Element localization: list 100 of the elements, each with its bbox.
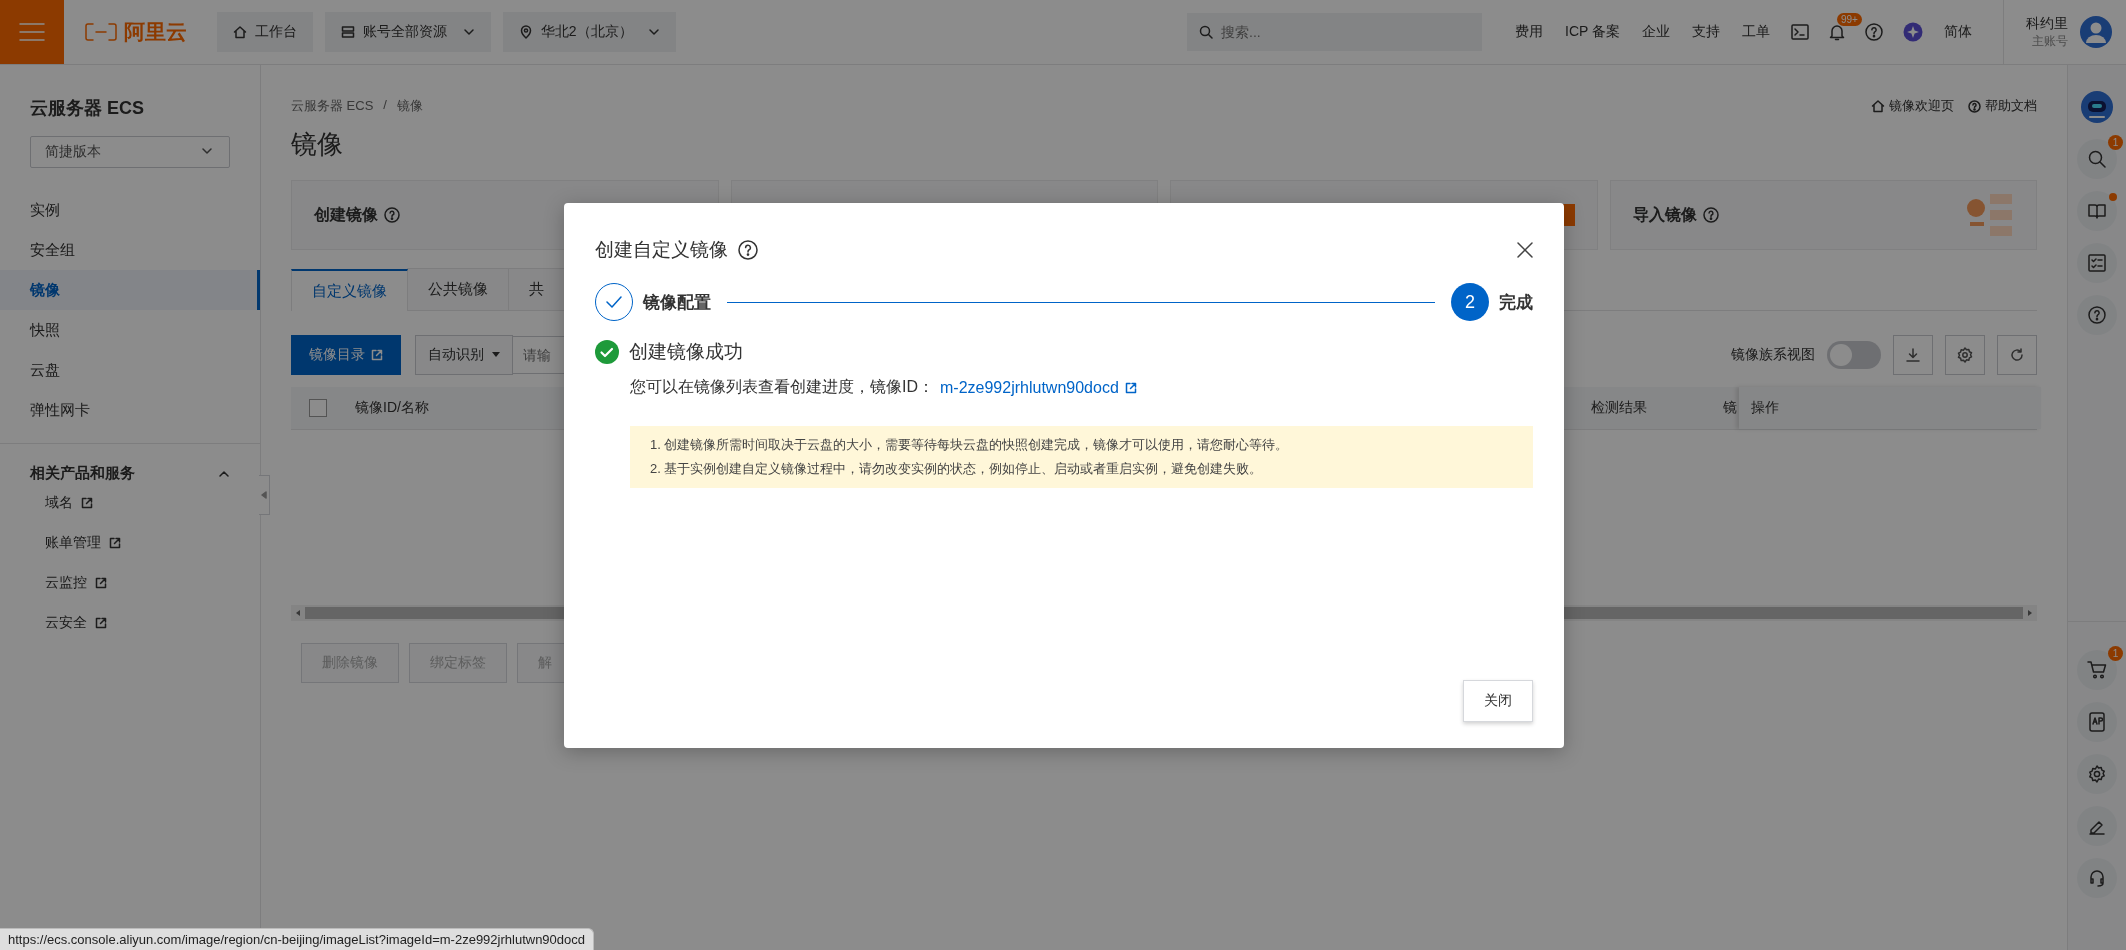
caret-left-icon xyxy=(295,609,301,617)
collapse-handle[interactable] xyxy=(259,475,270,515)
select-all-checkbox[interactable] xyxy=(309,399,327,417)
welcome-link[interactable]: 镜像欢迎页 xyxy=(1871,97,1954,115)
download-icon xyxy=(1906,348,1920,362)
terminal-button[interactable] xyxy=(1791,24,1809,40)
settings-button[interactable] xyxy=(1945,335,1985,375)
section-title[interactable]: 相关产品和服务 xyxy=(30,464,135,483)
column-header[interactable]: 操作 xyxy=(1739,387,2041,429)
menu-icon xyxy=(19,22,45,42)
chevron-down-icon xyxy=(462,26,475,38)
location-pin-icon xyxy=(518,25,533,39)
tab[interactable]: 自定义镜像 xyxy=(291,269,408,311)
search-icon xyxy=(1199,25,1213,39)
external-link-icon xyxy=(95,617,107,629)
help-icon xyxy=(384,207,400,223)
family-view-toggle[interactable] xyxy=(1827,341,1881,369)
nav-link[interactable]: 费用 xyxy=(1515,23,1543,41)
close-button[interactable]: 关闭 xyxy=(1463,680,1533,722)
cart-icon xyxy=(2087,661,2107,679)
external-link-icon xyxy=(1124,381,1137,394)
catalog-button[interactable]: 镜像目录 xyxy=(291,335,401,375)
checklist-icon xyxy=(2088,254,2106,272)
version-select[interactable]: 简捷版本 xyxy=(30,136,230,168)
workbench-button[interactable]: 工作台 xyxy=(217,12,313,52)
help-icon xyxy=(1702,207,1719,223)
star-badge-icon xyxy=(1903,22,1923,42)
bell-icon xyxy=(1829,23,1845,41)
column-header[interactable]: 镜像ID/名称 xyxy=(355,399,429,417)
search-icon xyxy=(2088,150,2106,168)
tab[interactable]: 公共镜像 xyxy=(407,268,509,310)
edit-button[interactable] xyxy=(2077,806,2117,846)
notification-dot xyxy=(2109,193,2117,201)
search-field[interactable]: 搜索... xyxy=(1187,13,1482,51)
phone-app-icon xyxy=(2088,712,2106,732)
avatar-icon xyxy=(2080,16,2112,48)
page-title: 镜像 xyxy=(291,128,343,161)
nav-link[interactable]: 工单 xyxy=(1742,23,1770,41)
help-icon xyxy=(1865,23,1883,41)
tasks-button[interactable] xyxy=(2077,243,2117,283)
search-button[interactable] xyxy=(2077,139,2117,179)
nav-link[interactable]: 企业 xyxy=(1642,23,1670,41)
terminal-icon xyxy=(1791,24,1809,40)
logo-icon xyxy=(84,22,118,42)
notification-badge: 99+ xyxy=(1837,13,1862,26)
resource-selector[interactable]: 账号全部资源 xyxy=(325,12,491,52)
column-header[interactable]: 镜 xyxy=(1723,399,1737,417)
notification-button[interactable] xyxy=(1829,23,1845,41)
image-id-link[interactable]: m-2ze992jrhlutwn90docd xyxy=(940,378,1137,397)
guide-button[interactable] xyxy=(2077,191,2117,231)
book-icon xyxy=(2088,203,2106,219)
robot-icon xyxy=(2080,90,2114,124)
sidebar-item[interactable]: 镜像 xyxy=(0,270,260,310)
sidebar-link[interactable]: 云监控 xyxy=(0,563,260,603)
sidebar-item[interactable]: 云盘 xyxy=(0,350,260,390)
caret-right-icon xyxy=(2027,609,2033,617)
count-badge: 1 xyxy=(2108,135,2123,150)
sidebar-link[interactable]: 云安全 xyxy=(0,603,260,643)
region-selector[interactable]: 华北2（北京） xyxy=(502,12,677,52)
step-number: 2 xyxy=(1451,283,1489,321)
help-button[interactable] xyxy=(2077,295,2117,335)
chevron-down-icon xyxy=(648,26,661,38)
headset-icon xyxy=(2088,869,2106,887)
result-message: 您可以在镜像列表查看创建进度，镜像ID： xyxy=(630,377,934,397)
filter-dropdown[interactable]: 自动识别 xyxy=(415,335,513,375)
close-button[interactable] xyxy=(1517,242,1533,258)
nav-link[interactable]: ICP 备案 xyxy=(1565,23,1620,41)
status-url: https://ecs.console.aliyun.com/image/region/cn-beijing/imageList?imageId=m-2ze992jrhlutwn90docd xyxy=(0,928,594,950)
sidebar-item[interactable]: 安全组 xyxy=(0,230,260,270)
language-link[interactable]: 简体 xyxy=(1944,23,1972,41)
refresh-icon xyxy=(2010,348,2024,362)
user-name[interactable]: 科约里 xyxy=(2026,14,2068,33)
breadcrumb-link[interactable]: 云服务器 ECS xyxy=(291,97,374,115)
refresh-button[interactable] xyxy=(1997,335,2037,375)
feature-card[interactable]: 导入镜像 xyxy=(1609,180,2037,250)
sidebar-item[interactable]: 快照 xyxy=(0,310,260,350)
support-button[interactable] xyxy=(2077,858,2117,898)
app-button[interactable] xyxy=(1903,22,1923,42)
sidebar-link[interactable]: 域名 xyxy=(0,483,260,523)
step-label: 完成 xyxy=(1499,291,1533,314)
download-button[interactable] xyxy=(1893,335,1933,375)
help-icon xyxy=(2088,306,2106,324)
app-button[interactable] xyxy=(2077,702,2117,742)
column-header[interactable]: 检测结果 xyxy=(1591,399,1647,417)
sidebar-item[interactable]: 实例 xyxy=(0,190,260,230)
sidebar-link[interactable]: 账单管理 xyxy=(0,523,260,563)
check-icon xyxy=(606,296,622,308)
external-link-icon xyxy=(95,577,107,589)
settings-button[interactable] xyxy=(2077,754,2117,794)
step-label: 镜像配置 xyxy=(643,291,711,314)
tab[interactable]: 共 xyxy=(508,268,565,310)
cart-button[interactable] xyxy=(2077,650,2117,690)
breadcrumb-separator: / xyxy=(383,97,387,114)
sidebar-item[interactable]: 弹性网卡 xyxy=(0,390,260,430)
success-icon xyxy=(595,340,619,364)
help-doc-link[interactable]: 帮助文档 xyxy=(1968,97,2037,115)
nav-link[interactable]: 支持 xyxy=(1692,23,1720,41)
external-link-icon xyxy=(109,537,121,549)
help-button[interactable] xyxy=(1865,23,1883,41)
settings-icon xyxy=(2088,765,2106,783)
